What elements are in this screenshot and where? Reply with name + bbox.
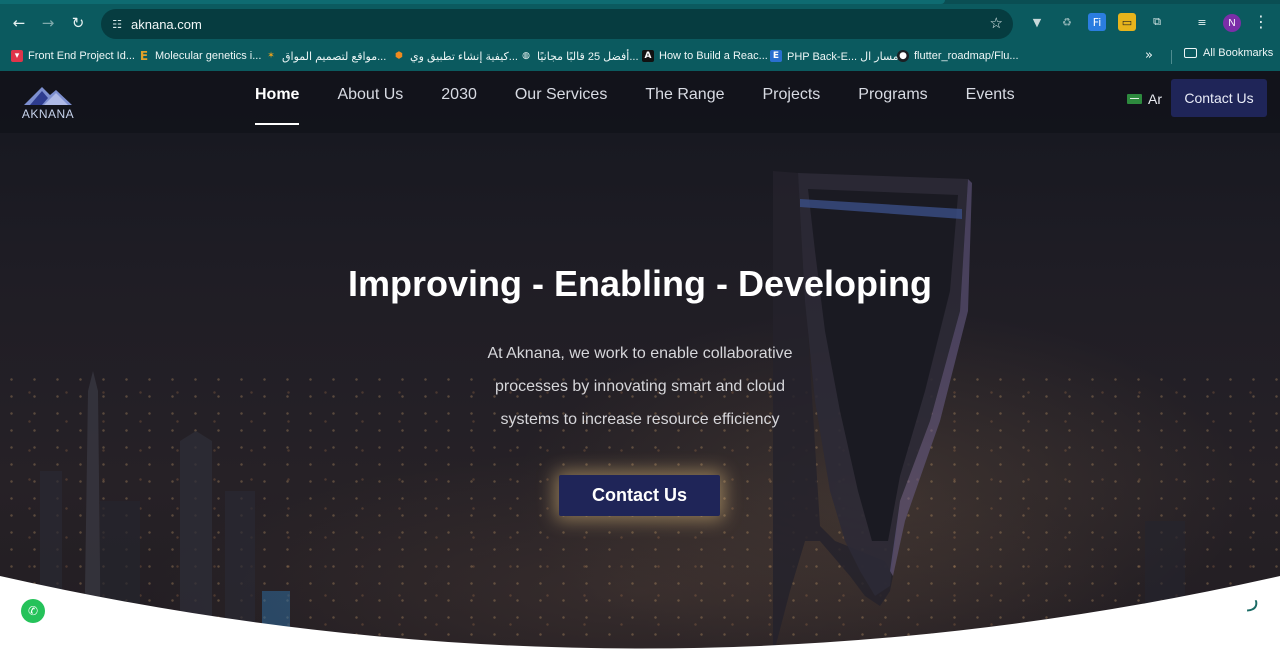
puzzle-icon[interactable]: ⧉ (1148, 13, 1166, 31)
tune-icon[interactable]: ☷ (109, 16, 125, 32)
all-bookmarks-label: All Bookmarks (1203, 47, 1274, 59)
extension-v-icon[interactable]: ▼ (1028, 13, 1046, 31)
nav-2030[interactable]: 2030 (441, 86, 477, 116)
github-icon: ● (897, 50, 909, 62)
globe-icon: ◍ (522, 51, 530, 61)
bookmark-label: كيفية إنشاء تطبيق وي... (410, 50, 518, 63)
hero-title: Improving - Enabling - Developing (347, 263, 932, 304)
forward-button[interactable]: → (36, 11, 60, 35)
folder-icon (1184, 48, 1197, 58)
bookmark-label: PHP Back-E... مسار ال (787, 50, 899, 63)
logo-text: AKNANA (21, 107, 75, 121)
url-text[interactable]: aknana.com (131, 17, 202, 32)
nav-projects[interactable]: Projects (763, 86, 821, 116)
shield-icon: ▾ (11, 50, 23, 62)
bookmark-item[interactable]: ✶ مواقع لتصميم المواق... (265, 47, 386, 65)
extension-recycle-icon[interactable]: ♻ (1058, 13, 1076, 31)
arrow-left-icon: ← (12, 14, 26, 32)
bookmark-label: مواقع لتصميم المواق... (282, 50, 387, 63)
e-letter-icon: E (139, 49, 149, 63)
extension-folder-icon[interactable]: ▭ (1118, 13, 1136, 31)
hero-text-line: systems to increase resource efficiency (500, 411, 780, 428)
bookmark-item[interactable]: ⬢ كيفية إنشاء تطبيق وي... (393, 47, 518, 65)
cube-icon: ⬢ (395, 51, 403, 61)
aknana-logo[interactable]: AKNANA (18, 81, 78, 121)
hero-text-line: At Aknana, we work to enable collaborati… (487, 345, 793, 362)
address-bar[interactable]: ☷ aknana.com ☆ (101, 9, 1013, 39)
bookmark-item[interactable]: ▾ Front End Project Id... (11, 47, 135, 65)
reload-button[interactable]: ↻ (66, 11, 90, 35)
bookmark-item[interactable]: E Molecular genetics i... (138, 47, 262, 65)
language-switcher[interactable]: Ar (1127, 91, 1162, 107)
extension-fi-icon[interactable]: Fi (1088, 13, 1106, 31)
arrow-right-icon: → (41, 14, 55, 32)
bookmark-item[interactable]: E PHP Back-E... مسار ال (770, 47, 899, 65)
bookmark-item[interactable]: ◍ أفضل 25 قالبًا مجانيًا... (520, 47, 639, 65)
reload-icon: ↻ (71, 14, 85, 32)
nav-about-us[interactable]: About Us (337, 86, 403, 116)
more-vert-icon[interactable]: ⋮ (1253, 12, 1269, 31)
star-icon[interactable]: ☆ (990, 14, 1003, 32)
a-logo-icon: A (642, 50, 654, 62)
bookmark-label: flutter_roadmap/Flu... (914, 50, 1019, 62)
nav-home[interactable]: Home (255, 86, 300, 125)
nav-events[interactable]: Events (966, 86, 1015, 116)
media-control-icon[interactable]: ≡ (1193, 13, 1211, 31)
site-header: AKNANA Home About Us 2030 Our Services T… (0, 71, 1280, 133)
nav-programs[interactable]: Programs (858, 86, 927, 116)
bookmark-label: How to Build a Reac... (659, 50, 768, 62)
header-contact-button[interactable]: Contact Us (1171, 79, 1267, 117)
nav-the-range[interactable]: The Range (645, 86, 724, 116)
bookmark-label: أفضل 25 قالبًا مجانيًا... (537, 50, 639, 63)
browser-toolbar: ← → ↻ ☷ aknana.com ☆ ▼ ♻ Fi ▭ ⧉ ≡ N ⋮ (0, 4, 1280, 42)
whatsapp-icon[interactable]: ✆ (21, 599, 45, 623)
bookmark-item[interactable]: ● flutter_roadmap/Flu... (897, 47, 1019, 65)
mountain-logo-icon (24, 87, 72, 105)
webpage: AKNANA Home About Us 2030 Our Services T… (0, 71, 1280, 656)
chevron-double-right-icon[interactable]: » (1145, 48, 1153, 63)
hero-description: At Aknana, we work to enable collaborati… (470, 337, 810, 436)
nav-our-services[interactable]: Our Services (515, 86, 607, 116)
main-navigation: Home About Us 2030 Our Services The Rang… (255, 86, 1015, 125)
bookmarks-divider (1171, 50, 1172, 64)
browser-chrome: ← → ↻ ☷ aknana.com ☆ ▼ ♻ Fi ▭ ⧉ ≡ N ⋮ ▾ … (0, 0, 1280, 71)
hero-contact-button[interactable]: Contact Us (559, 475, 720, 516)
bookmark-label: Molecular genetics i... (155, 50, 262, 62)
pinwheel-icon: ✶ (267, 51, 275, 61)
all-bookmarks-button[interactable]: All Bookmarks (1184, 47, 1273, 59)
language-label: Ar (1148, 91, 1162, 107)
accessibility-widget-icon[interactable]: ر (1248, 587, 1259, 612)
e-letter-icon: E (770, 50, 782, 62)
profile-avatar[interactable]: N (1223, 14, 1241, 32)
hero-text-line: processes by innovating smart and cloud (495, 378, 785, 395)
saudi-flag-icon (1127, 94, 1142, 104)
bookmark-item[interactable]: A How to Build a Reac... (642, 47, 768, 65)
back-button[interactable]: ← (7, 11, 31, 35)
bookmarks-bar: ▾ Front End Project Id... E Molecular ge… (0, 42, 1280, 69)
bookmark-label: Front End Project Id... (28, 50, 135, 62)
